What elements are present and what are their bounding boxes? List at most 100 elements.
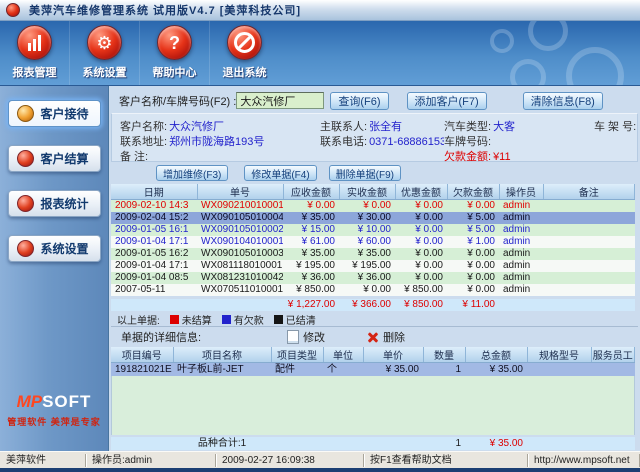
- window-bottom-edge: [0, 468, 640, 472]
- tools-icon: ⚙: [87, 25, 122, 60]
- legend-label: 已结清: [286, 312, 316, 327]
- column-header: 单位: [323, 347, 363, 363]
- orders-grid: 日期单号应收金额实收金额优惠金额欠款金额操作员备注 2009-02-10 14:…: [111, 184, 638, 296]
- app-window: 美萍汽车维修管理系统 试用版V4.7 [美萍科技公司] 报表管理 ⚙ 系统设置 ?帮助…: [0, 0, 640, 472]
- address-field: 联系地址:郑州市陇海路193号: [120, 133, 320, 148]
- query-button[interactable]: 查询(F6): [330, 92, 388, 110]
- column-header: 项目名称: [173, 347, 271, 363]
- legend-label: 未结算: [182, 312, 212, 327]
- decor-ring: [490, 29, 514, 53]
- content-panel: 客户名称/车牌号码(F2) : 查询(F6) 添加客户(F7) 清除信息(F8)…: [109, 86, 640, 454]
- vin-field: 车 架 号:: [594, 118, 637, 133]
- column-header: 数量: [423, 347, 465, 363]
- sidebar-item-settlement[interactable]: 客户结算: [8, 145, 101, 172]
- order-row[interactable]: 2009-01-05 16:2WX090105010003¥ 35.00¥ 35…: [111, 248, 635, 260]
- decor-ring: [528, 21, 568, 51]
- search-input[interactable]: [236, 92, 324, 109]
- order-row[interactable]: 2009-01-04 08:5WX081231010042¥ 36.00¥ 36…: [111, 272, 635, 284]
- legend-title: 以上单据:: [117, 312, 160, 327]
- order-row[interactable]: 2007-05-11WX070511010001¥ 850.00¥ 0.00¥ …: [111, 284, 635, 296]
- sphere-icon: [17, 105, 34, 122]
- edit-doc-icon: [287, 330, 299, 344]
- order-row[interactable]: 2009-01-04 17:1WX090104010001¥ 61.00¥ 60…: [111, 236, 635, 248]
- status-help-hint: 按F1查看帮助文档: [364, 454, 528, 467]
- phone-field: 联系电话:0371-68886153: [320, 133, 444, 148]
- decor-ring: [510, 59, 546, 86]
- logo-soft: SOFT: [42, 392, 91, 411]
- order-row[interactable]: 2009-02-10 14:3WX090210010001¥ 0.00¥ 0.0…: [111, 200, 635, 213]
- detail-edit-button[interactable]: 修改: [287, 329, 325, 345]
- column-header: 欠款金额: [447, 184, 499, 200]
- detail-header-row: 项目编号项目名称项目类型单位单价数量总金额规格型号服务员工: [111, 347, 635, 363]
- column-header: 服务员工: [591, 347, 635, 363]
- order-row[interactable]: 2009-01-04 17:1WX081118010001¥ 195.00¥ 1…: [111, 260, 635, 272]
- toolbar-button-reports[interactable]: 报表管理: [0, 21, 69, 85]
- orders-header-row: 日期单号应收金额实收金额优惠金额欠款金额操作员备注: [111, 184, 635, 200]
- column-header: 总金额: [465, 347, 527, 363]
- orders-totals-bar: ¥ 1,227.00¥ 366.00¥ 850.00¥ 11.00: [111, 299, 638, 311]
- sidebar-item-reports[interactable]: 报表统计: [8, 190, 101, 217]
- delete-x-icon: [367, 331, 379, 343]
- column-header: 日期: [111, 184, 197, 200]
- bar-chart-icon: [17, 25, 52, 60]
- status-bar: 美萍软件操作员:admin2009-02-27 16:09:38按F1查看帮助文…: [0, 451, 640, 468]
- toolbar-label: 系统设置: [83, 64, 127, 80]
- qty-total: 1: [423, 437, 465, 450]
- toolbar-button-exit[interactable]: 退出系统: [209, 21, 279, 85]
- status-legend: 以上单据: 未结算 有欠款 已结清: [111, 312, 638, 327]
- toolbar-button-help[interactable]: ?帮助中心: [139, 21, 209, 85]
- sidebar: 客户接待客户结算报表统计系统设置 MPSOFT 管理软件 美萍是专家: [0, 86, 109, 454]
- detail-table: 项目编号项目名称项目类型单位单价数量总金额规格型号服务员工 191821021E…: [111, 347, 635, 376]
- column-header: 单号: [197, 184, 283, 200]
- column-header: 备注: [543, 184, 635, 200]
- sidebar-item-reception[interactable]: 客户接待: [8, 100, 101, 127]
- sidebar-buttons: 客户接待客户结算报表统计系统设置: [0, 100, 108, 262]
- sidebar-item-settings[interactable]: 系统设置: [8, 235, 101, 262]
- clear-info-button[interactable]: 清除信息(F8): [523, 92, 603, 110]
- detail-section-header: 单据的详细信息: 修改 删除: [111, 328, 638, 345]
- column-header: 单价: [363, 347, 423, 363]
- legend-swatch: [274, 315, 283, 324]
- add-repair-button[interactable]: 增加维修(F3): [156, 165, 228, 181]
- toolbar-button-settings[interactable]: ⚙ 系统设置: [69, 21, 139, 85]
- contact-field: 主联系人:张全有: [320, 118, 444, 133]
- column-header: 实收金额: [339, 184, 395, 200]
- order-row[interactable]: 2009-01-05 16:1WX090105010002¥ 15.00¥ 10…: [111, 224, 635, 236]
- edit-order-button[interactable]: 修改单据(F4): [244, 165, 316, 181]
- column-header: 应收金额: [283, 184, 339, 200]
- toolbar-label: 帮助中心: [153, 64, 197, 80]
- order-row[interactable]: 2009-02-04 15:2WX090105010004¥ 35.00¥ 30…: [111, 212, 635, 224]
- status-datetime: 2009-02-27 16:09:38: [216, 454, 364, 467]
- status-website: http://www.mpsoft.net: [528, 454, 640, 467]
- debt-field: 欠款金额:¥11: [444, 148, 594, 163]
- detail-footer-row: 品种合计:1 1 ¥ 35.00: [111, 437, 635, 450]
- window-title: 美萍汽车维修管理系统 试用版V4.7 [美萍科技公司]: [29, 2, 301, 18]
- sidebar-item-label: 报表统计: [41, 195, 89, 212]
- search-row: 客户名称/车牌号码(F2) : 查询(F6) 添加客户(F7) 清除信息(F8): [111, 89, 638, 112]
- exit-icon: [227, 25, 262, 60]
- amount-total: ¥ 35.00: [465, 437, 527, 450]
- column-header: 操作员: [499, 184, 543, 200]
- add-customer-button[interactable]: 添加客户(F7): [407, 92, 487, 110]
- logo-slogan: 管理软件 美萍是专家: [0, 415, 108, 428]
- totals-row: ¥ 1,227.00¥ 366.00¥ 850.00¥ 11.00: [111, 299, 635, 311]
- decor-ring: [566, 47, 624, 86]
- status-brand: 美萍软件: [0, 454, 86, 467]
- variety-total: 品种合计:1: [173, 437, 271, 450]
- sphere-icon: [17, 240, 34, 257]
- column-header: 规格型号: [527, 347, 591, 363]
- delete-order-button[interactable]: 删除单据(F9): [329, 165, 401, 181]
- car-type-field: 汽车类型:大客: [444, 118, 594, 133]
- legend-swatch: [222, 315, 231, 324]
- plate-field: 车牌号码:: [444, 133, 594, 148]
- column-header: 项目类型: [271, 347, 323, 363]
- status-operator: 操作员:admin: [86, 454, 216, 467]
- main-area: 客户接待客户结算报表统计系统设置 MPSOFT 管理软件 美萍是专家 客户名称/…: [0, 86, 640, 454]
- app-icon[interactable]: [6, 3, 20, 17]
- column-header: 优惠金额: [395, 184, 447, 200]
- detail-delete-button[interactable]: 删除: [367, 329, 405, 345]
- legend-label: 有欠款: [234, 312, 264, 327]
- detail-row[interactable]: 191821021E叶子板L前-JET配件个¥ 35.001¥ 35.00: [111, 363, 635, 377]
- sidebar-item-label: 客户结算: [41, 150, 89, 167]
- orders-table: 日期单号应收金额实收金额优惠金额欠款金额操作员备注 2009-02-10 14:…: [111, 184, 635, 296]
